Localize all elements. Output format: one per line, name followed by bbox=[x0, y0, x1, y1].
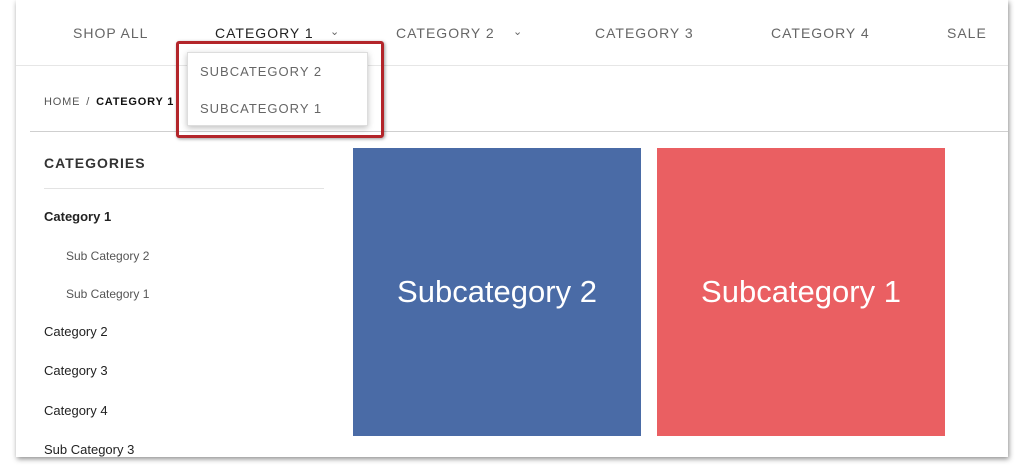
breadcrumb: HOME / CATEGORY 1 bbox=[44, 95, 174, 109]
highlight-box bbox=[176, 41, 384, 138]
breadcrumb-home-link[interactable]: HOME bbox=[44, 96, 80, 108]
sidebar-item-category-1[interactable]: Category 1 bbox=[44, 209, 111, 225]
page-frame: SHOP ALL CATEGORY 1 ⌄ CATEGORY 2 ⌄ CATEG… bbox=[16, 0, 1008, 457]
subcategory-1-tile[interactable]: Subcategory 1 bbox=[657, 148, 945, 436]
sidebar-item-sub-category-2[interactable]: Sub Category 2 bbox=[66, 248, 149, 264]
chevron-down-icon[interactable]: ⌄ bbox=[330, 24, 339, 40]
tile-label: Subcategory 2 bbox=[397, 274, 597, 309]
sidebar-item-sub-category-1[interactable]: Sub Category 1 bbox=[66, 286, 149, 302]
sidebar-item-category-2[interactable]: Category 2 bbox=[44, 324, 108, 340]
subcategory-2-tile[interactable]: Subcategory 2 bbox=[353, 148, 641, 436]
breadcrumb-current: CATEGORY 1 bbox=[96, 96, 175, 108]
sidebar-title: CATEGORIES bbox=[44, 155, 146, 171]
nav-category-2[interactable]: CATEGORY 2 bbox=[396, 25, 495, 41]
nav-category-1[interactable]: CATEGORY 1 bbox=[215, 25, 314, 41]
nav-category-4[interactable]: CATEGORY 4 bbox=[771, 25, 870, 41]
nav-shop-all[interactable]: SHOP ALL bbox=[73, 25, 148, 41]
nav-category-3[interactable]: CATEGORY 3 bbox=[595, 25, 694, 41]
chevron-down-icon[interactable]: ⌄ bbox=[513, 24, 522, 40]
sidebar-item-category-3[interactable]: Category 3 bbox=[44, 363, 108, 379]
sidebar-item-category-4[interactable]: Category 4 bbox=[44, 403, 108, 419]
sidebar-item-sub-category-3[interactable]: Sub Category 3 bbox=[44, 442, 134, 457]
top-navigation: SHOP ALL CATEGORY 1 ⌄ CATEGORY 2 ⌄ CATEG… bbox=[16, 0, 1008, 66]
divider bbox=[44, 188, 324, 189]
tile-label: Subcategory 1 bbox=[701, 274, 901, 309]
breadcrumb-separator: / bbox=[86, 96, 91, 108]
nav-sale[interactable]: SALE bbox=[947, 25, 987, 41]
